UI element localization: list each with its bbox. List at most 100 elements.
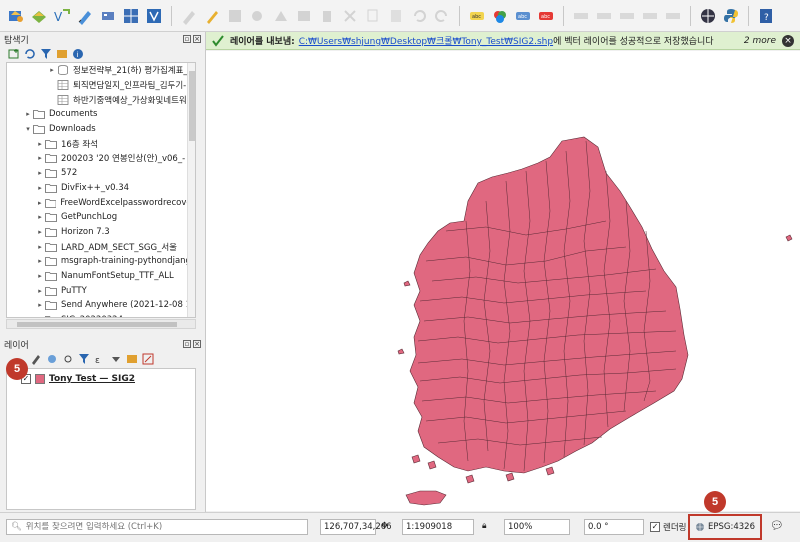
add-vector-layer-icon[interactable]: V [52, 6, 72, 26]
expand-arrow-icon[interactable]: ▸ [35, 213, 45, 221]
expand-arrow-icon[interactable]: ▸ [23, 110, 33, 118]
tree-item[interactable]: ▸ msgraph-training-pythondjango [7, 254, 195, 269]
tree-item[interactable]: ▸ FreeWordExcelpasswordrecovery [7, 195, 195, 210]
expand-arrow-icon[interactable]: ▸ [35, 272, 45, 280]
vector-tool-3-icon[interactable] [617, 6, 637, 26]
plugin-globe-icon[interactable] [698, 6, 718, 26]
tree-item[interactable]: ▸ LARD_ADM_SECT_SGG_서울 [7, 239, 195, 254]
add-layer-icon[interactable] [29, 6, 49, 26]
modify-attributes-icon[interactable] [294, 6, 314, 26]
undock-icon[interactable]: ▫ [183, 35, 191, 43]
tree-item[interactable]: ▸ Send Anywhere (2021-12-08 1 [7, 298, 195, 313]
tree-item[interactable]: ▸ GetPunchLog [7, 210, 195, 225]
refresh-icon[interactable] [24, 48, 36, 60]
expand-arrow-icon[interactable]: ▸ [35, 169, 45, 177]
pin-label-icon[interactable]: abc [536, 6, 556, 26]
scale-field[interactable]: 1:1909018 [402, 519, 474, 535]
tree-item[interactable]: 퇴직면담일지_인프라팀_김두기- [7, 78, 195, 93]
paste-features-icon[interactable] [386, 6, 406, 26]
tree-item[interactable]: 하반기중액예상_가상화및네트워 [7, 92, 195, 107]
tree-item[interactable]: ▸ PuTTY [7, 283, 195, 298]
collapse-all-icon[interactable] [126, 353, 138, 365]
browser-horizontal-scrollbar[interactable] [6, 319, 196, 329]
vector-tool-4-icon[interactable] [640, 6, 660, 26]
layer-symbol-swatch[interactable] [35, 374, 45, 384]
close-panel-icon[interactable]: × [193, 35, 201, 43]
expand-arrow-icon[interactable]: ▸ [35, 257, 45, 265]
open-layer-styling-icon[interactable] [30, 353, 42, 365]
expand-arrow-icon[interactable]: ▸ [35, 184, 45, 192]
manage-map-themes-icon[interactable] [62, 353, 74, 365]
highlight-label-icon[interactable]: abc [513, 6, 533, 26]
vertex-tool-icon[interactable] [271, 6, 291, 26]
label-toolbar-icon[interactable]: abc [467, 6, 487, 26]
save-edits-icon[interactable] [225, 6, 245, 26]
expand-arrow-icon[interactable]: ▸ [35, 301, 45, 309]
remove-layer-icon[interactable] [142, 353, 154, 365]
python-console-icon[interactable] [721, 6, 741, 26]
rotation-field[interactable]: 0.0 ° [584, 519, 644, 535]
info-icon[interactable]: i [72, 48, 84, 60]
tree-item[interactable]: ▸ 572 [7, 166, 195, 181]
add-mesh-layer-icon[interactable] [121, 6, 141, 26]
magnifier-field[interactable]: 100% [504, 519, 570, 535]
filter-expression-icon[interactable]: ε [94, 353, 106, 365]
close-message-icon[interactable]: × [782, 34, 794, 47]
redo-icon[interactable] [432, 6, 452, 26]
tree-item[interactable]: ▸ 200203 '20 연봉인상(안)_v06_- [7, 151, 195, 166]
messages-icon[interactable]: 💬︎ [770, 519, 784, 532]
tree-item[interactable]: ▸ DivFix++_v0.34 [7, 181, 195, 196]
help-icon[interactable]: ? [756, 6, 776, 26]
tree-item[interactable]: ▸ 16층 좌석 [7, 136, 195, 151]
undo-icon[interactable] [409, 6, 429, 26]
expand-arrow-icon[interactable]: ▸ [35, 140, 45, 148]
new-shapefile-icon[interactable] [144, 6, 164, 26]
diagram-properties-icon[interactable] [490, 6, 510, 26]
filter-legend-icon[interactable] [78, 353, 90, 365]
lock-scale-icon[interactable]: 🔒︎ [482, 521, 487, 531]
expand-all-icon[interactable] [110, 353, 122, 365]
crs-status-button[interactable]: EPSG:4326 [688, 514, 762, 540]
data-source-manager-icon[interactable] [6, 6, 26, 26]
close-panel-icon[interactable]: × [193, 340, 201, 348]
tree-item[interactable]: ▾ Downloads [7, 122, 195, 137]
tree-item[interactable]: ▸ Horizon 7.3 [7, 225, 195, 240]
filter-icon[interactable] [40, 48, 52, 60]
render-checkbox[interactable]: ✓ [650, 522, 660, 532]
expand-arrow-icon[interactable]: ▸ [35, 228, 45, 236]
expand-arrow-icon[interactable]: ▸ [47, 66, 57, 74]
tree-item[interactable]: ▸ 정보전략부_21(하) 평가집계표_ [7, 63, 195, 78]
toggle-extents-icon[interactable]: ✥ [381, 521, 388, 531]
add-raster-layer-icon[interactable] [98, 6, 118, 26]
map-canvas[interactable] [206, 51, 800, 511]
tree-item[interactable]: ▸ NanumFontSetup_TTF_ALL [7, 269, 195, 284]
vector-tool-5-icon[interactable] [663, 6, 683, 26]
tree-item[interactable]: ▸ Documents [7, 107, 195, 122]
message-more-link[interactable]: 2 more [744, 36, 776, 46]
message-path-link[interactable]: C:₩Users₩shjung₩Desktop₩크롤₩Tony_Test₩SIG… [299, 34, 553, 47]
undock-icon[interactable]: ▫ [183, 340, 191, 348]
layer-name[interactable]: Tony Test — SIG2 [49, 374, 135, 384]
edit-pencil-icon[interactable] [179, 6, 199, 26]
expand-arrow-icon[interactable]: ▾ [35, 316, 45, 317]
coordinate-field[interactable]: 126,707,34,266 [320, 519, 392, 535]
vector-tool-1-icon[interactable] [571, 6, 591, 26]
cut-features-icon[interactable] [340, 6, 360, 26]
locator-search-input[interactable] [25, 522, 306, 532]
toggle-editing-icon[interactable] [202, 6, 222, 26]
add-selected-layers-icon[interactable] [8, 48, 20, 60]
tree-item[interactable]: ▾ SIG_20220324 [7, 313, 195, 317]
layer-row[interactable]: ✓ Tony Test — SIG2 [7, 371, 195, 387]
browser-vertical-scrollbar[interactable] [187, 63, 195, 317]
delete-selected-icon[interactable] [317, 6, 337, 26]
expand-arrow-icon[interactable]: ▸ [35, 287, 45, 295]
expand-arrow-icon[interactable]: ▸ [35, 154, 45, 162]
add-group-icon[interactable] [46, 353, 58, 365]
add-feature-icon[interactable] [248, 6, 268, 26]
add-delimited-text-icon[interactable] [75, 6, 95, 26]
copy-features-icon[interactable] [363, 6, 383, 26]
locator-search-box[interactable]: 🔍︎ [6, 519, 308, 535]
expand-arrow-icon[interactable]: ▾ [23, 125, 33, 133]
collapse-all-icon[interactable] [56, 48, 68, 60]
expand-arrow-icon[interactable]: ▸ [35, 243, 45, 251]
